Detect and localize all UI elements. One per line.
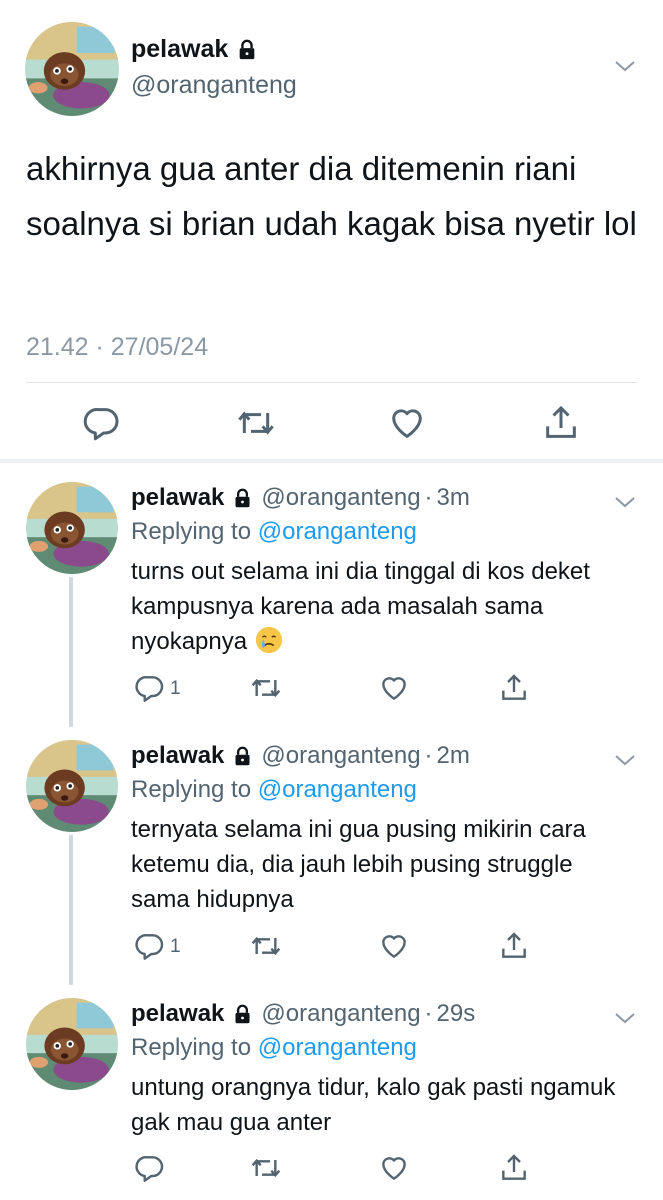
chevron-down-icon[interactable]	[612, 492, 638, 512]
reply-count: 1	[170, 678, 181, 699]
mention-link[interactable]: @oranganteng	[258, 1034, 417, 1061]
reply-text: ternyata selama ini gua pusing mikirin c…	[131, 816, 586, 913]
user-handle[interactable]: @oranganteng	[131, 71, 297, 100]
replying-prefix: Replying to	[131, 518, 252, 545]
avatar[interactable]	[26, 998, 118, 1090]
chevron-down-icon[interactable]	[612, 750, 638, 770]
replying-to: Replying to @oranganteng	[131, 518, 417, 546]
share-icon[interactable]	[541, 403, 581, 443]
retweet-icon[interactable]	[236, 403, 276, 443]
avatar[interactable]	[25, 22, 119, 116]
main-tweet: pelawak @oranganteng akhirnya gua anter …	[0, 0, 663, 462]
divider	[26, 382, 637, 383]
retweet-icon[interactable]	[250, 1152, 282, 1184]
crying-face-emoji	[254, 625, 284, 655]
reply-icon[interactable]	[134, 930, 166, 962]
separator-dot: ·	[424, 742, 433, 769]
retweet-icon[interactable]	[250, 930, 282, 962]
replying-to: Replying to @oranganteng	[131, 776, 417, 804]
user-handle[interactable]: @oranganteng	[261, 484, 420, 512]
mention-link[interactable]: @oranganteng	[258, 776, 417, 803]
reply-text-body: turns out selama ini dia tinggal di kos …	[131, 558, 590, 655]
relative-time[interactable]: 29s	[437, 1000, 476, 1028]
display-name[interactable]: pelawak	[131, 35, 258, 64]
reply-icon[interactable]	[134, 672, 166, 704]
reply-text: turns out selama ini dia tinggal di kos …	[131, 554, 631, 659]
share-icon[interactable]	[498, 672, 530, 704]
chevron-down-icon[interactable]	[612, 1008, 638, 1028]
display-name[interactable]: pelawak	[131, 1000, 224, 1028]
mention-link[interactable]: @oranganteng	[258, 518, 417, 545]
separator-dot: ·	[424, 484, 433, 511]
relative-time[interactable]: 3m	[437, 484, 470, 512]
display-name[interactable]: pelawak	[131, 484, 224, 512]
display-name[interactable]: pelawak	[131, 742, 224, 770]
reply-header: pelawak @oranganteng · 3m	[131, 484, 470, 512]
retweet-icon[interactable]	[250, 672, 282, 704]
reply-tweet[interactable]: pelawak @oranganteng · 29s Replying to @…	[0, 978, 663, 1200]
lock-icon	[232, 746, 253, 767]
lock-icon	[232, 1004, 253, 1025]
replying-to: Replying to @oranganteng	[131, 1034, 417, 1062]
separator-dot: ·	[424, 1000, 433, 1027]
replying-prefix: Replying to	[131, 776, 252, 803]
reply-text: untung orangnya tidur, kalo gak pasti ng…	[131, 1074, 616, 1136]
reply-count: 1	[170, 936, 181, 957]
avatar[interactable]	[26, 482, 118, 574]
display-name-text[interactable]: pelawak	[131, 35, 228, 64]
user-handle[interactable]: @oranganteng	[261, 742, 420, 770]
relative-time[interactable]: 2m	[437, 742, 470, 770]
like-icon[interactable]	[387, 403, 427, 443]
lock-icon	[236, 39, 258, 61]
tweet-text: akhirnya gua anter dia ditemenin riani s…	[26, 150, 637, 242]
reply-header: pelawak @oranganteng · 29s	[131, 1000, 475, 1028]
share-icon[interactable]	[498, 930, 530, 962]
reply-tweet[interactable]: pelawak @oranganteng · 2m Replying to @o…	[0, 720, 663, 978]
reply-header: pelawak @oranganteng · 2m	[131, 742, 470, 770]
avatar[interactable]	[26, 740, 118, 832]
reply-icon[interactable]	[134, 1152, 166, 1184]
replying-prefix: Replying to	[131, 1034, 252, 1061]
like-icon[interactable]	[378, 1152, 410, 1184]
chevron-down-icon[interactable]	[612, 56, 638, 76]
reply-icon[interactable]	[82, 403, 122, 443]
like-icon[interactable]	[378, 672, 410, 704]
share-icon[interactable]	[498, 1152, 530, 1184]
like-icon[interactable]	[378, 930, 410, 962]
user-handle[interactable]: @oranganteng	[261, 1000, 420, 1028]
lock-icon	[232, 488, 253, 509]
tweet-timestamp[interactable]: 21.42 · 27/05/24	[26, 333, 208, 362]
reply-tweet[interactable]: pelawak @oranganteng · 3m Replying to @o…	[0, 462, 663, 720]
